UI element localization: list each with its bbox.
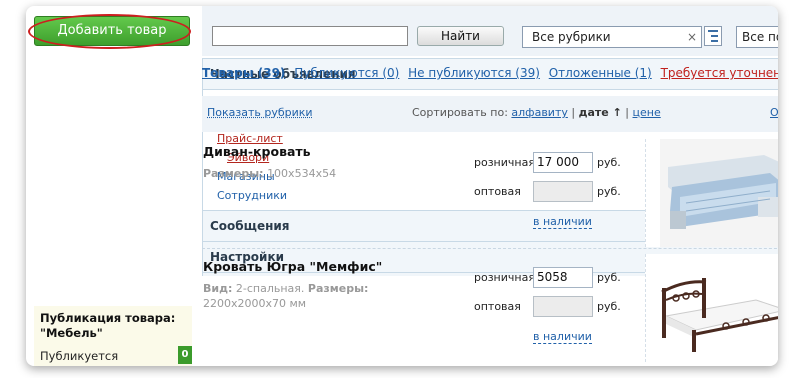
- tab-not-published[interactable]: Не публикуются (39): [408, 62, 540, 84]
- product-image-sofa-bed[interactable]: [645, 139, 778, 247]
- publication-status-label: Публикуется: [40, 349, 119, 363]
- currency-label: руб.: [597, 156, 621, 169]
- attr-value: 100x534x54: [267, 167, 337, 180]
- wholesale-price-input[interactable]: [533, 296, 593, 317]
- attr-value: 2-спальная.: [235, 282, 305, 295]
- search-toolbar: Найти Все рубрики × Все по: [202, 6, 778, 56]
- wholesale-price-input[interactable]: [533, 181, 593, 202]
- attr-label: Размеры:: [203, 167, 264, 180]
- sort-by-label: Сортировать по:: [412, 106, 508, 119]
- rubric-select-value: Все рубрики: [532, 30, 611, 44]
- sort-bar: Показать рубрики Сортировать по: алфавит…: [202, 96, 778, 132]
- currency-label: руб.: [597, 271, 621, 284]
- find-button[interactable]: Найти: [417, 26, 504, 46]
- publication-panel: Публикация товара: "Мебель" Публикуется …: [34, 306, 192, 366]
- product-row: Кровать Югра "Мемфис" Вид: 2-спальная. Р…: [202, 248, 778, 363]
- tab-products[interactable]: Товары (39): [202, 62, 285, 84]
- rubric-select[interactable]: Все рубрики ×: [522, 26, 702, 48]
- product-attributes: Вид: 2-спальная. Размеры: 2200x2000x70 м…: [203, 281, 453, 311]
- sort-separator-2: |: [625, 106, 630, 119]
- sidebar: Добавить товар Частные объявления Товары…: [26, 6, 778, 366]
- product-name[interactable]: Кровать Югра "Мемфис": [203, 259, 382, 274]
- sort-controls: Сортировать по: алфавиту | дате ↑ | цене: [412, 106, 661, 119]
- clear-icon[interactable]: ×: [687, 27, 697, 47]
- sort-date-active[interactable]: дате ↑: [579, 106, 622, 119]
- stock-status-link[interactable]: в наличии: [533, 215, 592, 229]
- tab-deferred[interactable]: Отложенные (1): [549, 62, 652, 84]
- add-product-label: Добавить товар: [57, 23, 167, 38]
- main-content: Найти Все рубрики × Все по Товары (39) П…: [202, 6, 778, 366]
- sort-alpha-link[interactable]: алфавиту: [511, 106, 567, 119]
- wholesale-label: оптовая: [474, 185, 521, 198]
- retail-label: розничная: [474, 271, 535, 284]
- tab-published[interactable]: Публикуются (0): [294, 62, 399, 84]
- second-filter-select[interactable]: Все по: [736, 26, 778, 48]
- currency-label: руб.: [597, 185, 621, 198]
- attr-label: Вид:: [203, 282, 233, 295]
- rubric-tree-icon[interactable]: [704, 26, 722, 46]
- attr-value: 2200x2000x70 мм: [203, 297, 307, 310]
- product-row: Диван-кровать Размеры: 100x534x54 рознич…: [202, 134, 778, 249]
- show-rubrics-link[interactable]: Показать рубрики: [207, 106, 313, 119]
- stock-status-link[interactable]: в наличии: [533, 330, 592, 344]
- sort-price-link[interactable]: цене: [633, 106, 661, 119]
- search-input[interactable]: [212, 26, 408, 46]
- product-name[interactable]: Диван-кровать: [203, 144, 311, 159]
- publication-title: Публикация товара: "Мебель": [40, 311, 176, 340]
- product-attributes: Размеры: 100x534x54: [203, 166, 453, 181]
- status-tabs: Товары (39) Публикуются (0) Не публикуют…: [202, 62, 778, 84]
- app-window: Добавить товар Частные объявления Товары…: [26, 6, 778, 366]
- retail-price-input[interactable]: 5058: [533, 267, 593, 288]
- publication-status-count: 0: [178, 346, 192, 364]
- disable-link[interactable]: Отклю: [770, 106, 778, 119]
- retail-label: розничная: [474, 156, 535, 169]
- currency-label: руб.: [597, 300, 621, 313]
- retail-price-input[interactable]: 17 000: [533, 152, 593, 173]
- tab-needs-clarification[interactable]: Требуется уточнение (1): [661, 62, 778, 84]
- attr-label: Размеры:: [307, 282, 369, 295]
- product-image-bed[interactable]: [645, 254, 778, 362]
- add-product-button[interactable]: Добавить товар: [28, 14, 191, 49]
- wholesale-label: оптовая: [474, 300, 521, 313]
- sort-separator: |: [571, 106, 576, 119]
